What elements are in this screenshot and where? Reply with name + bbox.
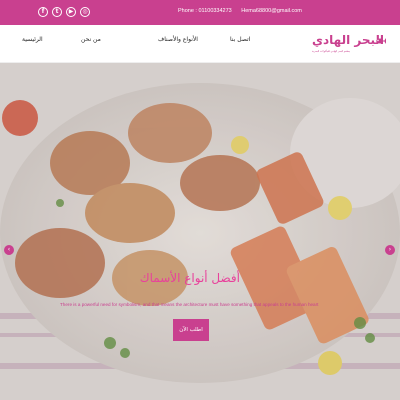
instagram-icon[interactable]: ◎: [80, 7, 90, 17]
nav-types[interactable]: الأنواع والأصناف: [158, 36, 198, 43]
fish-logo-icon: [376, 38, 386, 44]
facebook-icon[interactable]: f: [38, 7, 48, 17]
phone-text: Phone : 01100334273: [178, 8, 232, 14]
twitter-icon[interactable]: t: [52, 7, 62, 17]
site-logo[interactable]: البحر الهادي مطعم البحر الهادي للمأكولات…: [312, 33, 386, 57]
hero-slider: ‹ › أفضل أنواع الأسماك There is a powerf…: [0, 63, 400, 400]
youtube-icon[interactable]: ▶: [66, 7, 76, 17]
nav-contact[interactable]: اتصل بنا: [230, 36, 250, 43]
hero-overlay: [0, 63, 400, 400]
order-now-button[interactable]: اطلب الآن: [173, 319, 209, 341]
contact-info: Phone : 01100334273 Hema68800@gmail.com: [178, 8, 302, 14]
slider-next-button[interactable]: ›: [385, 245, 395, 255]
email-text[interactable]: Hema68800@gmail.com: [241, 8, 302, 14]
logo-subtitle: مطعم البحر الهادي للمأكولات البحرية: [312, 50, 350, 53]
social-links: f t ▶ ◎: [38, 7, 90, 17]
slider-prev-button[interactable]: ‹: [4, 245, 14, 255]
top-bar: f t ▶ ◎ Phone : 01100334273 Hema68800@gm…: [0, 0, 400, 25]
hero-title: أفضل أنواع الأسماك: [139, 271, 240, 285]
site-header: الرئيسية من نحن الأنواع والأصناف اتصل بن…: [0, 25, 400, 63]
nav-about[interactable]: من نحن: [81, 36, 101, 43]
hero-description: There is a powerful need for symbolism, …: [60, 302, 319, 307]
nav-home[interactable]: الرئيسية: [22, 36, 43, 43]
